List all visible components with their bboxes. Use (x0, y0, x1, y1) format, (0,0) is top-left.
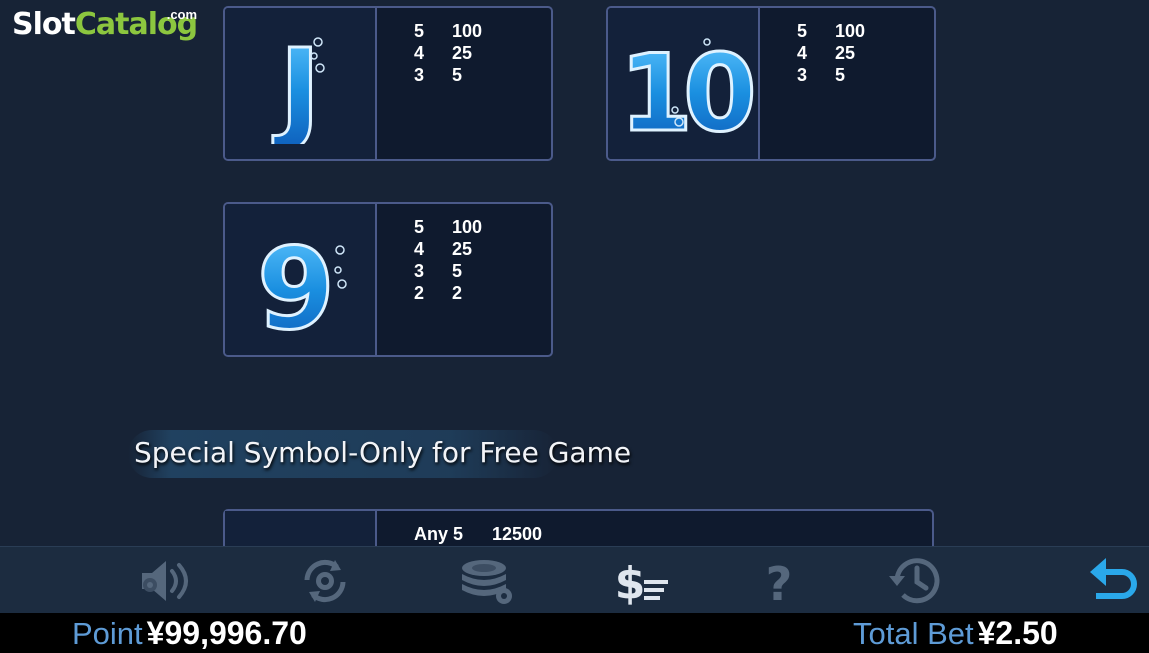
pay-row: 5 100 (797, 20, 865, 42)
paytable-button[interactable]: $ (608, 553, 672, 609)
point-display: Point ¥99,996.70 (72, 615, 307, 652)
pay-count: 4 (414, 239, 425, 259)
point-label: Point (72, 616, 143, 651)
pay-count: 5 (797, 21, 808, 41)
pay-amount: 100 (835, 21, 866, 41)
pay-row: 5 100 (414, 216, 482, 238)
pay-count: 5 (414, 21, 425, 41)
total-bet-label: Total Bet (853, 616, 974, 651)
logo-suffix: .com (166, 7, 198, 22)
pay-row: 4 25 (414, 42, 482, 64)
bottom-toolbar: $ ? (0, 546, 1149, 613)
paytable-card-j: J 5 100 4 25 35 (223, 6, 553, 161)
symbol-9-icon: 9 (256, 223, 347, 340)
pay-amount: 12500 (492, 524, 543, 544)
pay-count: 3 (797, 65, 808, 85)
paytable-icon: $ (615, 558, 668, 608)
symbol-j-pays: 5 100 4 25 35 (414, 20, 482, 86)
symbol-j-icon: J (271, 24, 325, 144)
symbol-9-pays: 5 100 4 25 35 22 (414, 216, 482, 304)
bet-settings-icon (462, 560, 512, 604)
pay-count: 3 (414, 65, 425, 85)
symbol-10-pays: 5 100 4 25 35 (797, 20, 865, 86)
pay-row: 5 100 (414, 20, 482, 42)
pay-amount: 25 (452, 239, 473, 259)
pay-row: 35 (414, 260, 482, 282)
total-bet-value: ¥2.50 (977, 615, 1058, 651)
pay-row: 22 (414, 282, 482, 304)
symbol-j-tile: J (225, 8, 377, 159)
pay-count: 4 (797, 43, 808, 63)
pay-row: 35 (414, 64, 482, 86)
autoplay-settings-icon (304, 559, 346, 603)
pay-amount: 25 (835, 43, 856, 63)
symbol-10-icon: 10 (618, 30, 757, 144)
svg-text:10: 10 (619, 32, 752, 144)
pay-amount: 5 (452, 261, 463, 281)
pay-count: Any 5 (414, 524, 464, 544)
balance-bar: Point ¥99,996.70 Total Bet ¥2.50 (0, 613, 1149, 653)
paytable-card-9: 9 5 100 4 25 35 22 (223, 202, 553, 357)
symbol-9-tile: 9 (225, 204, 377, 355)
sound-settings-icon (142, 561, 188, 601)
help-icon: ? (766, 557, 793, 608)
pay-count: 4 (414, 43, 425, 63)
pay-row: 4 25 (797, 42, 865, 64)
pay-amount: 100 (452, 21, 483, 41)
paytable-card-10: 10 5 100 4 25 35 (606, 6, 936, 161)
svg-text:9: 9 (257, 225, 335, 340)
pay-row: Any 5 12500 (414, 523, 542, 545)
sound-settings-button[interactable] (135, 553, 199, 609)
special-section-title: Special Symbol-Only for Free Game (134, 436, 632, 469)
logo-main: Slot (12, 7, 76, 42)
svg-text:?: ? (766, 557, 793, 608)
pay-amount: 100 (452, 217, 483, 237)
total-bet-display: Total Bet ¥2.50 (853, 615, 1058, 652)
history-button[interactable] (884, 553, 948, 609)
pay-amount: 5 (452, 65, 463, 85)
svg-text:J: J (272, 26, 321, 144)
back-icon (1090, 558, 1137, 599)
back-button[interactable] (1080, 553, 1144, 609)
pay-count: 3 (414, 261, 425, 281)
svg-text:$: $ (615, 558, 646, 608)
slotcatalog-logo: SlotCatalog .com (12, 7, 198, 42)
history-icon (889, 558, 940, 604)
bet-settings-button[interactable] (456, 553, 520, 609)
symbol-10-tile: 10 (608, 8, 760, 159)
point-value: ¥99,996.70 (146, 615, 307, 651)
pay-amount: 2 (452, 283, 463, 303)
pay-row: 35 (797, 64, 865, 86)
pay-row: 4 25 (414, 238, 482, 260)
autoplay-settings-button[interactable] (293, 553, 357, 609)
special-pays: Any 5 12500 (414, 523, 542, 545)
help-button[interactable]: ? (747, 553, 811, 609)
pay-amount: 5 (835, 65, 846, 85)
pay-amount: 25 (452, 43, 473, 63)
pay-count: 5 (414, 217, 425, 237)
pay-count: 2 (414, 283, 425, 303)
